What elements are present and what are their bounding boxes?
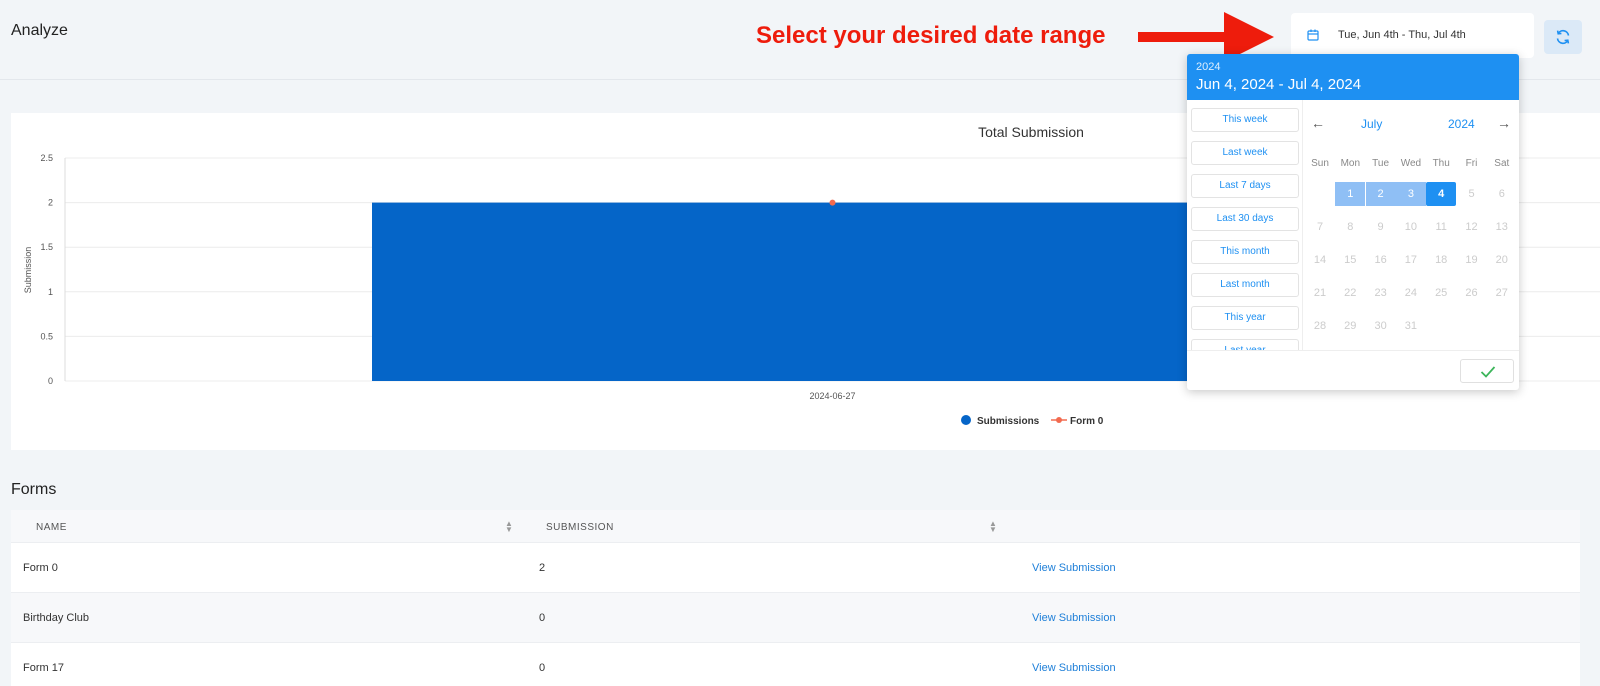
sort-icon[interactable]: ▲ ▼	[505, 520, 513, 534]
weekday-label: Fri	[1465, 158, 1478, 169]
submission-count-cell: 0	[539, 612, 546, 624]
calendar-day[interactable]: 7	[1305, 215, 1335, 239]
weekday-label: Wed	[1400, 158, 1422, 169]
table-row: Form 17 0 View Submission	[11, 643, 1580, 686]
preset-this-week-button[interactable]: This week	[1191, 108, 1299, 132]
legend-form-0-label: Form 0	[1070, 416, 1104, 427]
calendar-day[interactable]: 16	[1366, 248, 1396, 272]
weekday-label: Thu	[1432, 158, 1450, 169]
refresh-button[interactable]	[1544, 20, 1582, 54]
date-picker-popup: 2024 Jun 4, 2024 - Jul 4, 2024 This week…	[1187, 54, 1519, 390]
calendar-day[interactable]: 13	[1487, 215, 1517, 239]
calendar-day[interactable]: 6	[1487, 182, 1517, 206]
calendar-year[interactable]: 2024	[1448, 117, 1475, 131]
calendar-day[interactable]: 22	[1335, 281, 1365, 305]
calendar-day[interactable]: 17	[1396, 248, 1426, 272]
calendar-day[interactable]: 27	[1487, 281, 1517, 305]
legend-submissions-icon	[961, 415, 971, 425]
preset-last-year-button[interactable]: Last year	[1191, 339, 1299, 350]
calendar-month[interactable]: July	[1361, 117, 1382, 131]
calendar-icon	[1307, 29, 1319, 41]
y-tick-label: 1	[48, 287, 53, 297]
calendar-day[interactable]: 23	[1366, 281, 1396, 305]
weekday-label: Tue	[1372, 158, 1390, 169]
calendar-day[interactable]: 15	[1335, 248, 1365, 272]
submission-count-cell: 2	[539, 562, 546, 574]
date-range-picker[interactable]: Tue, Jun 4th - Thu, Jul 4th	[1291, 13, 1534, 58]
calendar-day[interactable]: 31	[1396, 314, 1426, 338]
arrow-right-icon[interactable]: →	[1497, 115, 1511, 131]
y-tick-label: 0	[48, 376, 53, 386]
date-picker-header: 2024 Jun 4, 2024 - Jul 4, 2024	[1187, 54, 1519, 100]
calendar-day[interactable]: 14	[1305, 248, 1335, 272]
calendar-day[interactable]: 20	[1487, 248, 1517, 272]
calendar-day[interactable]: 19	[1457, 248, 1487, 272]
date-range-label: Tue, Jun 4th - Thu, Jul 4th	[1338, 29, 1466, 41]
calendar-day[interactable]: 2	[1365, 182, 1396, 206]
date-picker-footer	[1187, 350, 1519, 390]
form-name-cell: Form 0	[23, 562, 58, 574]
column-header-name[interactable]: NAME	[36, 522, 67, 533]
refresh-icon	[1556, 29, 1570, 45]
point-form-0	[829, 199, 836, 206]
preset-last-month-button[interactable]: Last month	[1191, 273, 1299, 297]
page-title: Analyze	[11, 22, 68, 39]
check-icon	[1480, 366, 1496, 378]
weekday-label: Mon	[1340, 158, 1361, 169]
table-row: Birthday Club 0 View Submission	[11, 593, 1580, 643]
calendar-day[interactable]: 26	[1457, 281, 1487, 305]
arrow-left-icon[interactable]: ←	[1311, 115, 1325, 131]
forms-title: Forms	[11, 481, 57, 498]
column-header-submission[interactable]: SUBMISSION	[546, 522, 614, 533]
y-tick-label: 0.5	[40, 331, 53, 341]
calendar-day[interactable]: 30	[1366, 314, 1396, 338]
weekday-label: Sun	[1311, 158, 1329, 169]
bar-submissions	[372, 202, 1293, 381]
calendar-day[interactable]: 28	[1305, 314, 1335, 338]
y-axis-label: Submission	[23, 247, 33, 294]
calendar-day[interactable]: 9	[1366, 215, 1396, 239]
preset-list[interactable]: This week Last week Last 7 days Last 30 day…	[1187, 100, 1303, 350]
sort-icon[interactable]: ▲ ▼	[989, 520, 997, 534]
preset-last-week-button[interactable]: Last week	[1191, 141, 1299, 165]
calendar-day[interactable]: 4	[1426, 182, 1457, 206]
y-tick-label: 2.5	[40, 153, 53, 163]
view-submission-link[interactable]: View Submission	[1032, 562, 1116, 574]
calendar-day[interactable]: 25	[1426, 281, 1456, 305]
table-row: Form 0 2 View Submission	[11, 543, 1580, 593]
calendar: ← July 2024 → Sun Mon Tue Wed Thu Fri Sat 1 2 3 4 5…	[1303, 100, 1519, 350]
calendar-day[interactable]: 18	[1426, 248, 1456, 272]
calendar-day[interactable]: 5	[1457, 182, 1487, 206]
calendar-day[interactable]: 29	[1335, 314, 1365, 338]
calendar-day[interactable]: 10	[1396, 215, 1426, 239]
preset-this-year-button[interactable]: This year	[1191, 306, 1299, 330]
calendar-day[interactable]: 3	[1395, 182, 1426, 206]
annotation-text: Select your desired date range	[756, 22, 1106, 49]
date-picker-range: Jun 4, 2024 - Jul 4, 2024	[1196, 76, 1362, 93]
submission-count-cell: 0	[539, 662, 546, 674]
calendar-day[interactable]: 21	[1305, 281, 1335, 305]
calendar-day[interactable]: 12	[1457, 215, 1487, 239]
calendar-day[interactable]: 11	[1426, 215, 1456, 239]
preset-last-7-days-button[interactable]: Last 7 days	[1191, 174, 1299, 198]
calendar-day[interactable]: 1	[1335, 182, 1366, 206]
table-header: NAME ▲ ▼ SUBMISSION ▲ ▼	[11, 510, 1580, 543]
preset-last-30-days-button[interactable]: Last 30 days	[1191, 207, 1299, 231]
preset-this-month-button[interactable]: This month	[1191, 240, 1299, 264]
view-submission-link[interactable]: View Submission	[1032, 662, 1116, 674]
confirm-button[interactable]	[1460, 359, 1514, 383]
chart-title: Total Submission	[978, 124, 1084, 140]
legend-submissions-label: Submissions	[977, 416, 1040, 427]
date-picker-year[interactable]: 2024	[1196, 61, 1220, 73]
y-tick-label: 1.5	[40, 242, 53, 252]
weekday-label: Sat	[1494, 158, 1510, 169]
x-tick-label: 2024-06-27	[809, 391, 855, 401]
y-tick-label: 2	[48, 198, 53, 208]
form-name-cell: Birthday Club	[23, 612, 90, 624]
calendar-day[interactable]: 24	[1396, 281, 1426, 305]
form-name-cell: Form 17	[23, 662, 64, 674]
calendar-day[interactable]: 8	[1335, 215, 1365, 239]
legend-form-0-icon	[1056, 417, 1062, 423]
view-submission-link[interactable]: View Submission	[1032, 612, 1116, 624]
